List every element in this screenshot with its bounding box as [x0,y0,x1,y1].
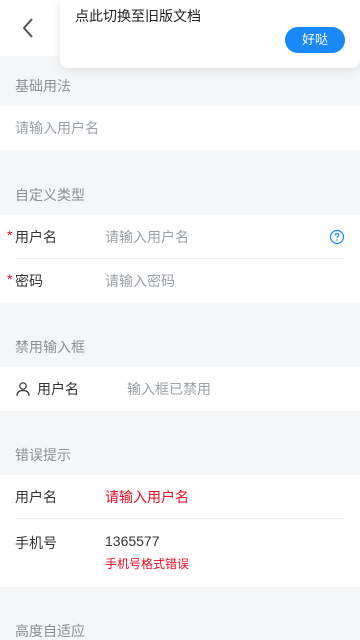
basic-input-cell[interactable]: 请输入用户名 [0,106,360,150]
password-field-cell[interactable]: * 密码 请输入密码 [0,259,360,303]
phone-field-cell[interactable]: 手机号 1365577 手机号格式错误 [0,519,360,587]
disabled-input: 输入框已禁用 [127,381,211,397]
back-button[interactable] [14,14,42,42]
section-title-autosize: 高度自适应 [15,623,85,639]
section-title-disabled: 禁用输入框 [15,339,85,355]
popover-text: 点此切换至旧版文档 [75,8,201,24]
phone-input[interactable]: 1365577 [105,533,345,549]
error-username-label: 用户名 [15,489,57,505]
switch-docs-popover: 点此切换至旧版文档 好哒 [60,0,360,68]
popover-ok-button[interactable]: 好哒 [285,27,345,53]
username-field-cell[interactable]: * 用户名 请输入用户名 [0,215,360,259]
disabled-field-cell: 用户名 输入框已禁用 [0,367,360,411]
password-label: * 密码 [7,271,43,289]
username-input[interactable]: 请输入用户名 [105,227,329,247]
section-title-custom: 自定义类型 [15,187,85,203]
basic-input[interactable]: 请输入用户名 [15,118,99,138]
password-input[interactable]: 请输入密码 [105,271,345,291]
error-username-cell[interactable]: 用户名 请输入用户名 [0,475,360,519]
error-username-input[interactable]: 请输入用户名 [105,487,345,507]
page-content: 基础用法 请输入用户名 自定义类型 * 用户名 请输入用户名 * 密码 请输入密… [0,56,360,640]
question-circle-icon[interactable] [329,229,345,245]
user-icon [16,382,30,397]
required-mark: * [7,271,13,287]
section-title-error: 错误提示 [15,447,71,463]
chevron-left-icon [22,18,33,38]
phone-label: 手机号 [15,535,57,551]
required-mark: * [7,227,13,243]
phone-error-message: 手机号格式错误 [105,557,190,571]
disabled-label: 用户名 [37,381,79,397]
username-label: * 用户名 [7,227,57,245]
